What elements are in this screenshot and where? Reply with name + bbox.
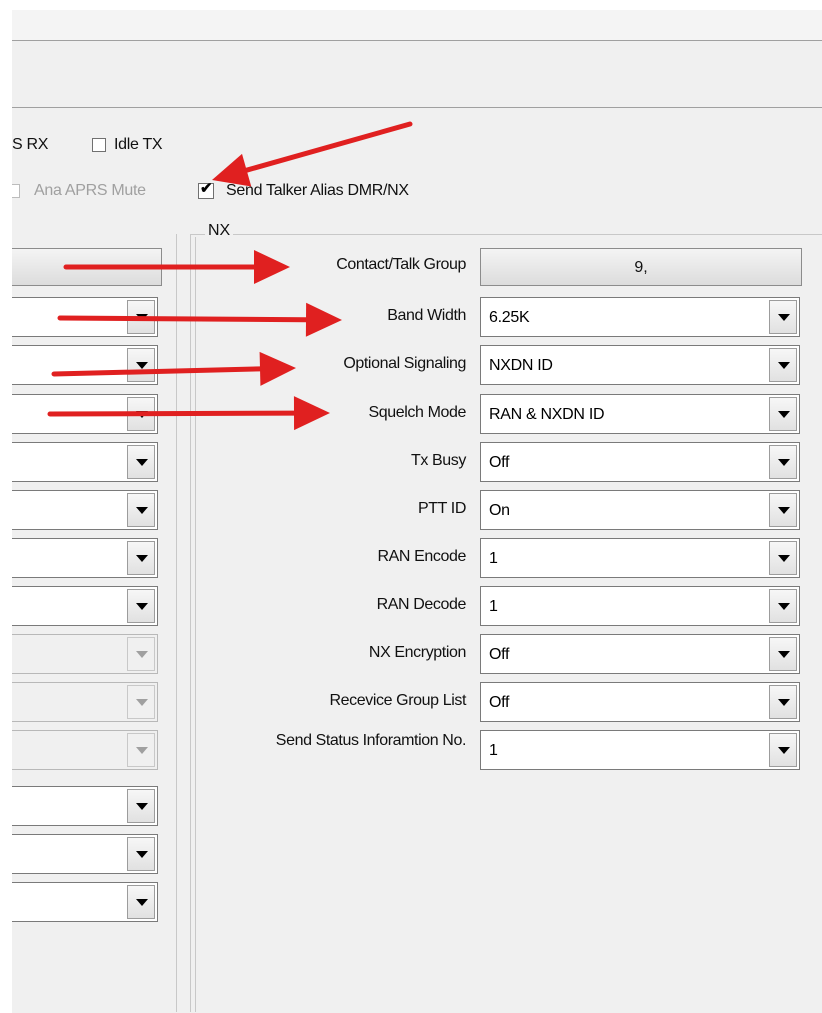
annotation-arrow-contact [63,250,290,284]
annotation-arrow-talker-alias [212,121,413,187]
annotation-arrows [47,121,413,431]
annotation-arrow-squelch [47,396,330,431]
annotation-arrow-signaling [51,351,296,386]
annotation-arrow-bandwidth [57,302,342,337]
